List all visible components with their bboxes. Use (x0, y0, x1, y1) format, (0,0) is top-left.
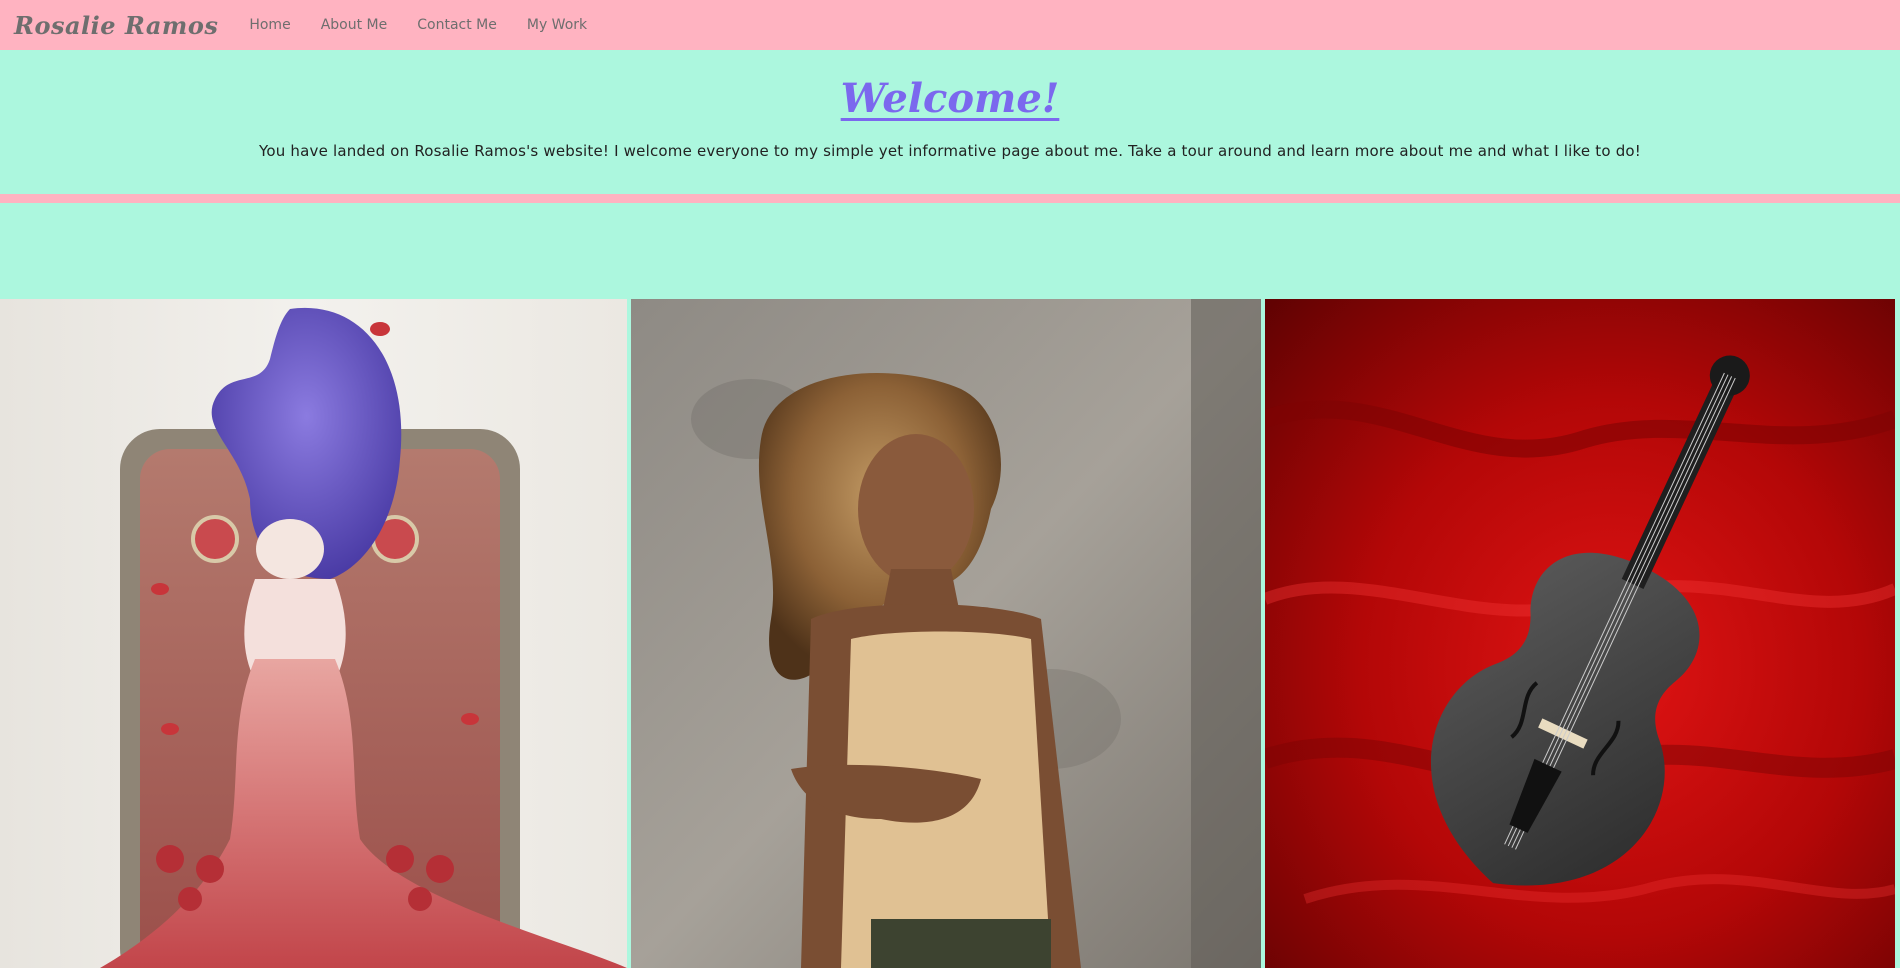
violin-image (1265, 299, 1895, 968)
welcome-title: Welcome! (840, 75, 1060, 122)
violin-photo[interactable] (1265, 299, 1895, 968)
section-divider (0, 194, 1900, 203)
brand-logo[interactable]: Rosalie Ramos (14, 11, 218, 40)
nav-link-about-me[interactable]: About Me (321, 17, 388, 33)
nav-links: Home About Me Contact Me My Work (234, 17, 602, 33)
nav-link-home[interactable]: Home (249, 17, 290, 33)
nav-link-contact-me[interactable]: Contact Me (417, 17, 497, 33)
navbar: Rosalie Ramos Home About Me Contact Me M… (0, 0, 1900, 50)
figurine-image (0, 299, 627, 968)
welcome-message: You have landed on Rosalie Ramos's websi… (258, 142, 1642, 160)
welcome-section: Welcome! You have landed on Rosalie Ramo… (0, 50, 1900, 194)
figurine-photo[interactable] (0, 299, 627, 968)
photo-gallery (0, 299, 1900, 968)
portrait-photo[interactable] (631, 299, 1261, 968)
portrait-image (631, 299, 1261, 968)
section-spacer (0, 203, 1900, 299)
nav-link-my-work[interactable]: My Work (527, 17, 587, 33)
